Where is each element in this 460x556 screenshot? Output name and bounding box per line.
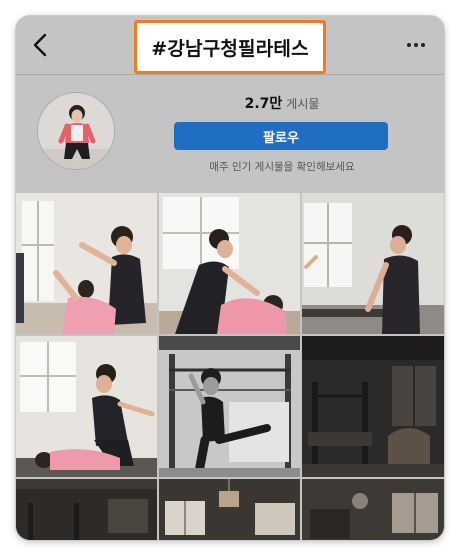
phone-frame: #강남구청필라테스 2.7만 게시물 팔로우 매주 인기 게시물을 확인해보세요 [16,16,444,540]
post-count-label: 게시물 [286,97,320,111]
post-image [302,193,444,334]
post-grid [16,193,444,540]
more-options-button[interactable] [404,36,428,54]
post-thumbnail[interactable] [159,193,300,334]
post-thumbnail[interactable] [302,193,444,334]
post-thumbnail[interactable] [302,479,444,540]
post-thumbnail[interactable] [159,336,300,477]
post-count-line: 2.7만 게시물 [176,93,388,113]
post-thumbnail[interactable] [302,336,444,477]
hashtag-avatar[interactable] [37,92,115,170]
post-image [302,336,444,477]
post-image [302,479,444,540]
post-image [159,336,300,477]
hashtag-title: #강남구청필라테스 [151,37,309,60]
weekly-top-posts-caption: 매주 인기 게시물을 확인해보세요 [209,161,355,173]
follow-button[interactable]: 팔로우 [174,122,388,150]
post-thumbnail[interactable] [159,479,300,540]
post-thumbnail[interactable] [16,336,157,477]
post-thumbnail[interactable] [16,479,157,540]
post-thumbnail[interactable] [16,193,157,334]
post-image [16,193,157,334]
hashtag-title-highlight: #강남구청필라테스 [134,20,326,74]
back-button[interactable] [28,32,54,58]
post-count: 2.7만 [244,96,283,112]
post-image [16,479,157,540]
post-image [16,336,157,477]
avatar-image [38,93,114,169]
hashtag-summary: 2.7만 게시물 팔로우 매주 인기 게시물을 확인해보세요 [16,75,444,193]
post-image [159,193,300,334]
more-horizontal-icon [407,43,425,47]
post-image [159,479,300,540]
top-navigation-bar: #강남구청필라테스 [16,16,444,74]
chevron-left-icon [33,33,47,57]
